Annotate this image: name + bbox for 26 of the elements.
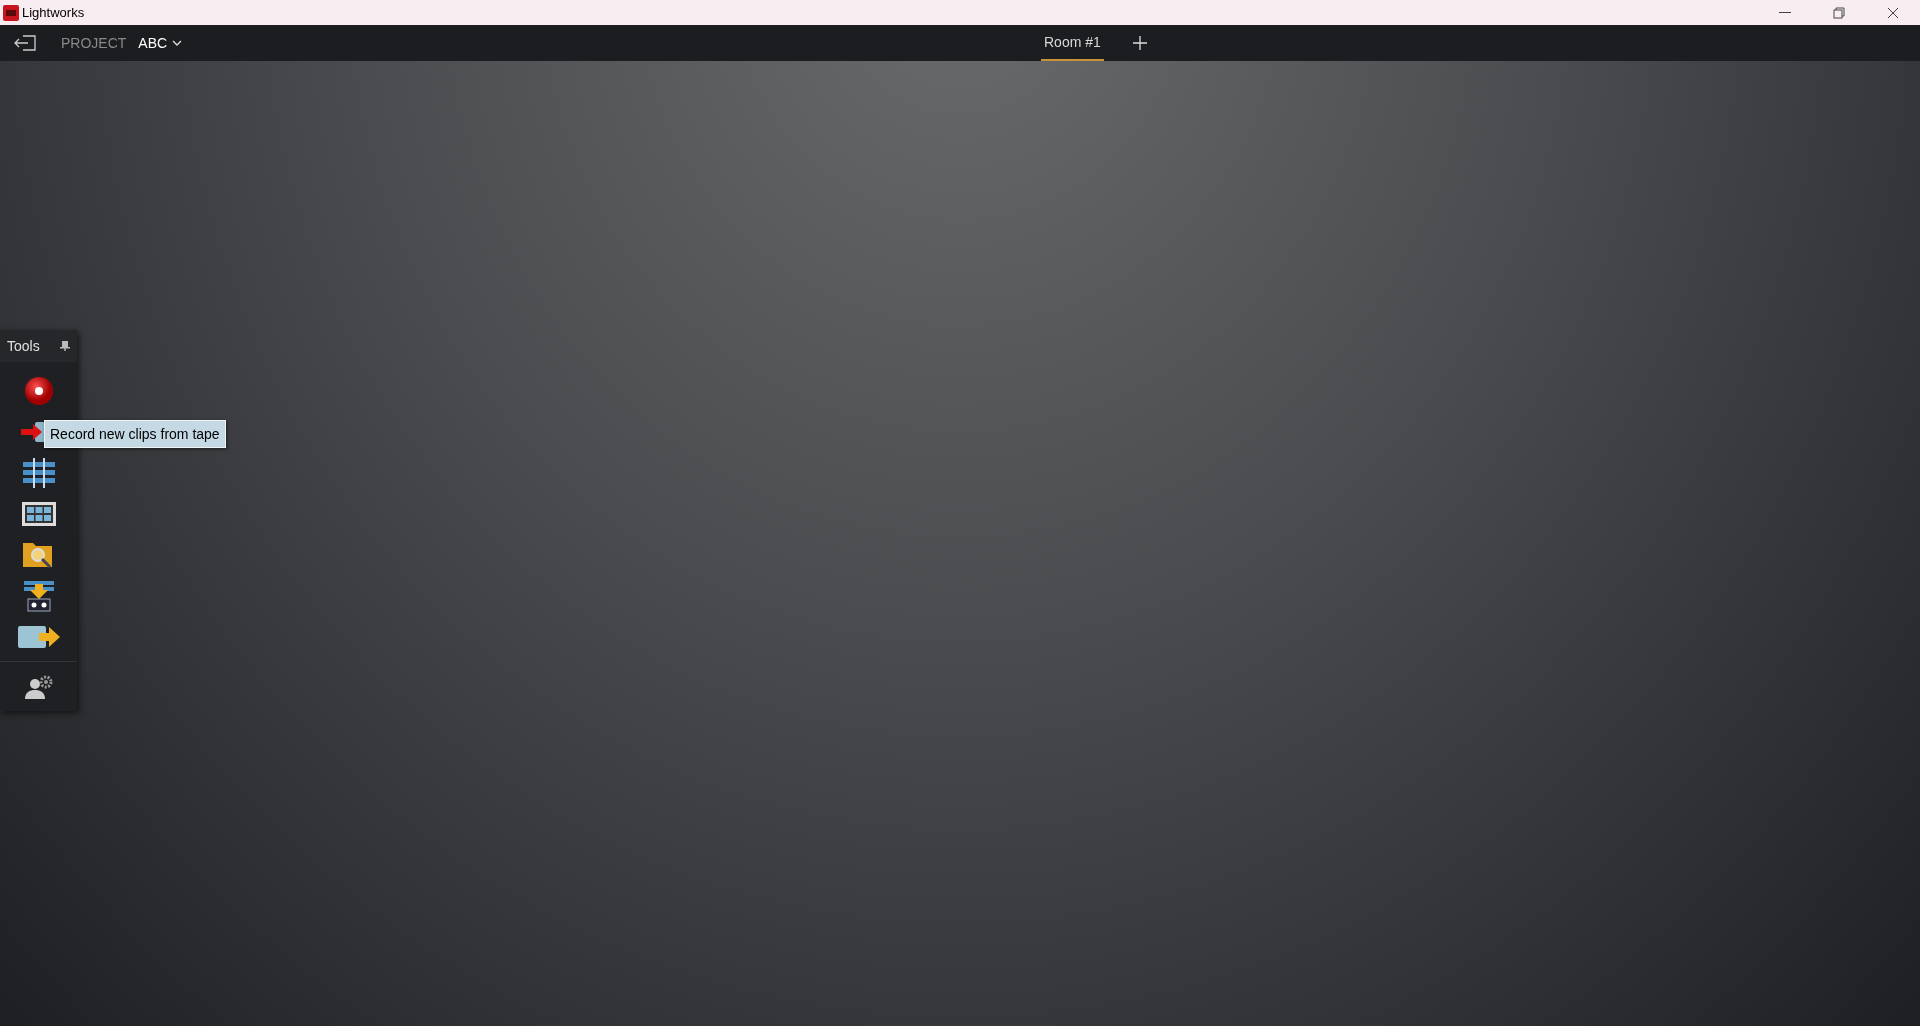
export-arrow-icon (16, 623, 61, 650)
app-logo-icon (2, 3, 20, 22)
tooltip: Record new clips from tape (44, 420, 226, 448)
panel-title: Tools (7, 336, 40, 356)
tool-button[interactable] (22, 673, 55, 700)
tool-button[interactable] (21, 579, 56, 612)
exit-icon[interactable] (12, 33, 38, 53)
user-gear-icon (22, 673, 55, 700)
arrow-into-box-icon (20, 421, 45, 442)
tile-grid-icon (20, 500, 57, 527)
record-icon (23, 375, 54, 406)
restore-icon[interactable] (1833, 6, 1845, 19)
project-dropdown[interactable]: ABC (138, 32, 183, 54)
tool-button[interactable] (21, 457, 56, 488)
minimize-icon[interactable] (1779, 11, 1791, 14)
tool-button[interactable] (16, 623, 61, 650)
tool-button[interactable] (20, 500, 57, 527)
close-icon[interactable] (1887, 6, 1899, 19)
tool-button[interactable] (23, 375, 54, 406)
pin-icon[interactable] (60, 341, 70, 351)
window-title: Lightworks (22, 3, 85, 22)
download-to-tape-icon (21, 579, 56, 612)
striped-grid-icon (21, 457, 56, 488)
project-label: PROJECT (61, 33, 127, 53)
add-tab-icon[interactable] (1131, 35, 1148, 51)
chevron-down-icon (172, 40, 183, 46)
